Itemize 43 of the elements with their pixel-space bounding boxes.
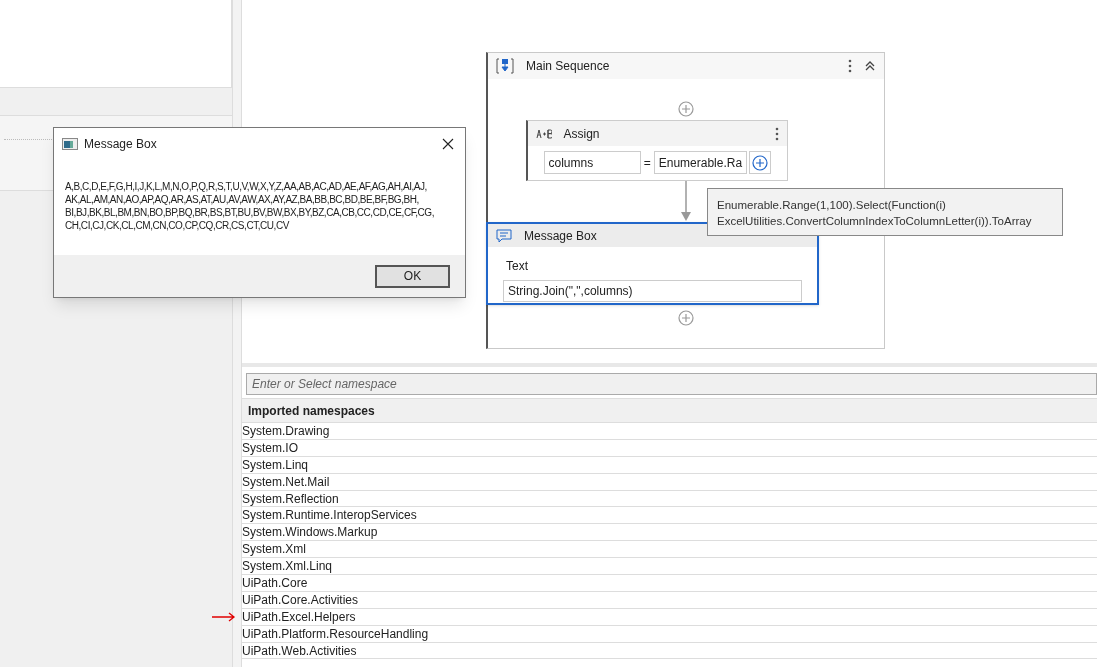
message-text: CH,CI,CJ,CK,CL,CM,CN,CO,CP,CQ,CR,CS,CT,CU,CV	[65, 219, 291, 232]
namespace-item[interactable]: System.Drawing	[242, 423, 330, 438]
namespace-item[interactable]: System.Reflection	[242, 491, 339, 506]
sequence-title: Main Sequence	[526, 58, 610, 75]
close-icon[interactable]	[442, 137, 454, 150]
value-field[interactable]: Enumerable.Ra	[653, 151, 748, 174]
assign-activity[interactable]: Assign columns = Enumerable.Ra	[525, 120, 788, 181]
namespace-item[interactable]: System.Xml.Linq	[242, 559, 333, 574]
sequence-icon	[496, 57, 514, 75]
message-text: BI,BJ,BK,BL,BM,BN,BO,BP,BQ,BR,BS,BT,BU,BV,BW,BX,BY,BZ,CA,CB,CC,CD,CE,CF,CG,	[65, 206, 435, 219]
namespace-item[interactable]: System.Net.Mail	[242, 474, 330, 489]
namespace-item[interactable]: UiPath.Platform.ResourceHandling	[242, 626, 429, 641]
window-icon	[62, 137, 78, 150]
more-icon[interactable]	[774, 125, 779, 142]
field-label: Text	[506, 258, 529, 275]
arrow-icon	[212, 612, 236, 623]
namespace-item[interactable]: UiPath.Core	[242, 575, 308, 590]
collapse-icon[interactable]	[864, 60, 876, 72]
namespace-item[interactable]: UiPath.Web.Activities	[242, 643, 357, 658]
add-icon[interactable]	[678, 310, 694, 326]
more-icon[interactable]	[848, 58, 852, 74]
message-text: A,B,C,D,E,F,G,H,I,J,K,L,M,N,O,P,Q,R,S,T,U,V,W,X,Y,Z,AA,AB,AC,AD,AE,AF,AG,AH,AI,AJ,	[65, 180, 428, 193]
namespace-item[interactable]: System.Xml	[242, 542, 306, 557]
namespace-item[interactable]: System.Linq	[242, 457, 309, 472]
variable-field[interactable]: columns	[543, 151, 641, 174]
dialog-title: Message Box	[84, 135, 157, 153]
activity-title: Assign	[563, 125, 600, 143]
namespace-item[interactable]: System.Windows.Markup	[242, 525, 378, 540]
add-icon[interactable]	[678, 101, 694, 117]
message-icon	[496, 228, 512, 243]
column-header: Imported namespaces	[248, 402, 375, 420]
equals-sign: =	[642, 154, 652, 172]
namespace-item[interactable]: UiPath.Core.Activities	[242, 592, 359, 607]
namespace-field[interactable]: Enter or Select namespace	[246, 373, 1097, 395]
connector-arrow	[681, 181, 691, 222]
text-field[interactable]: String.Join(",",columns)	[503, 280, 802, 302]
namespace-item[interactable]: System.Runtime.InteropServices	[242, 508, 417, 523]
ok-button[interactable]: OK	[375, 264, 450, 288]
namespace-item[interactable]: System.IO	[242, 440, 298, 455]
activity-title: Message Box	[524, 227, 597, 245]
namespace-item[interactable]: UiPath.Excel.Helpers	[242, 609, 356, 624]
assign-icon	[535, 128, 552, 139]
message-text: AK,AL,AM,AN,AO,AP,AQ,AR,AS,AT,AU,AV,AW,AX,AY,AZ,BA,BB,BC,BD,BE,BF,BG,BH,	[65, 193, 420, 206]
